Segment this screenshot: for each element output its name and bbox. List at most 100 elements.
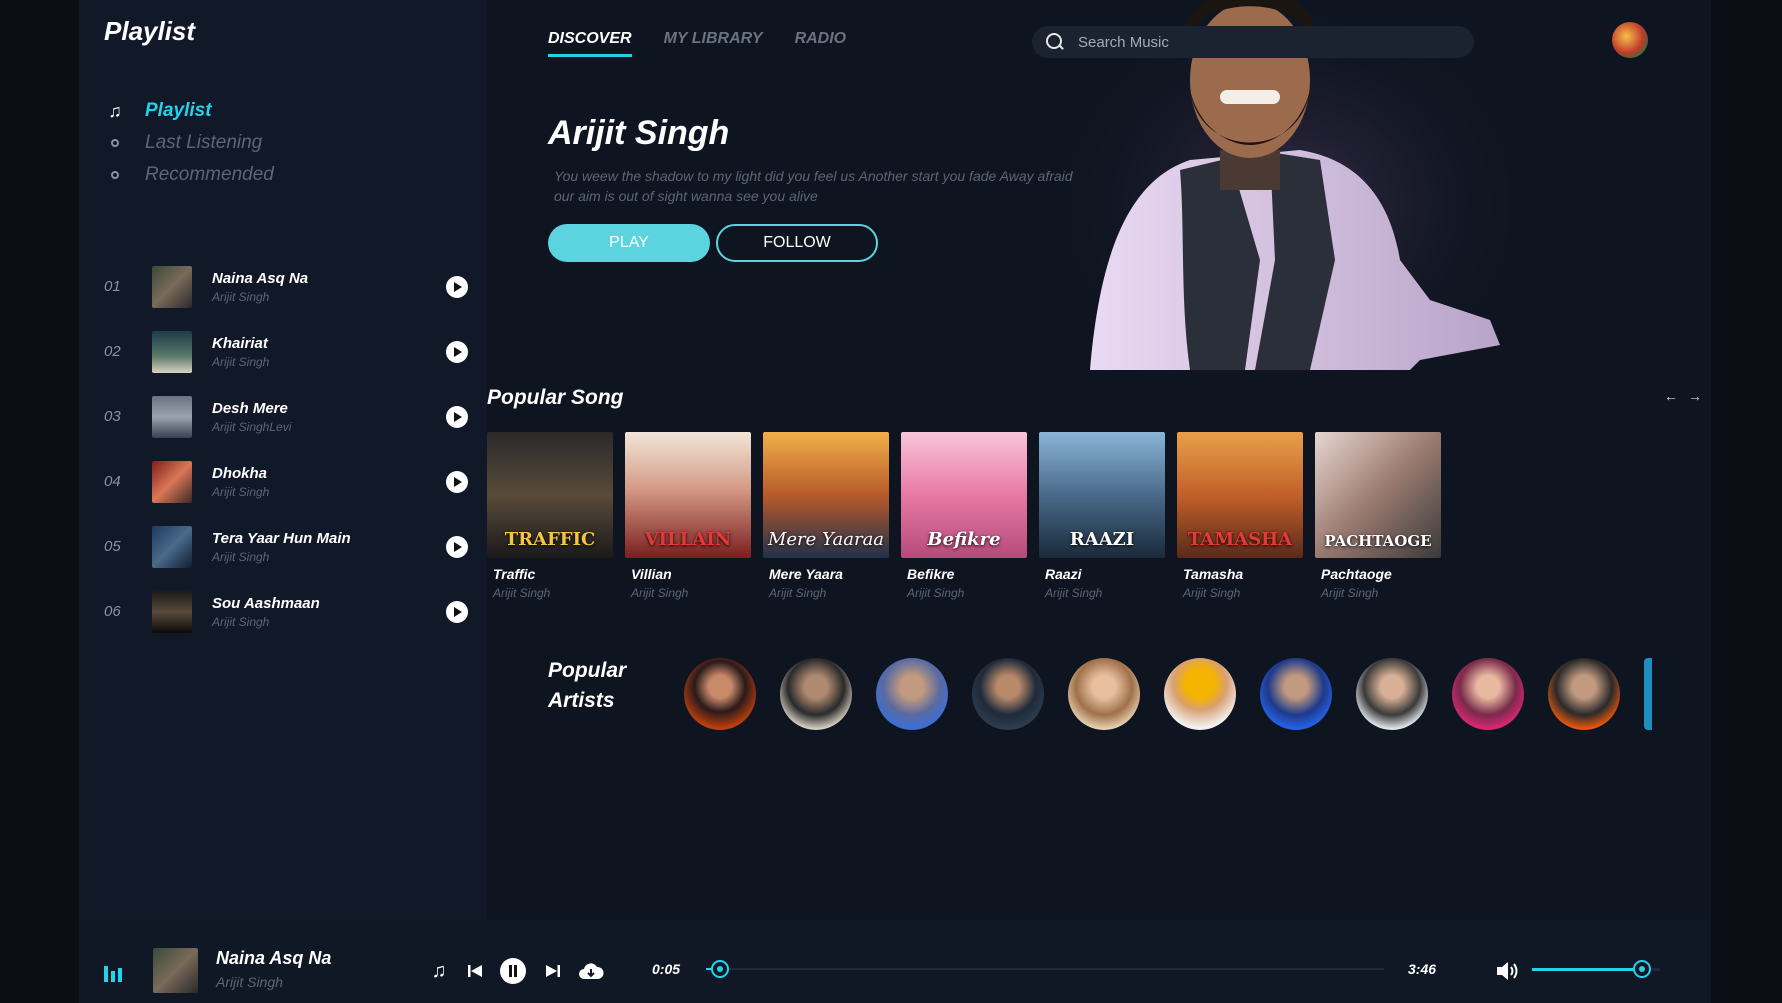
progress-bar[interactable] (706, 968, 1384, 970)
pause-icon[interactable] (500, 958, 526, 984)
nav-item-recommended[interactable]: Recommended (104, 164, 274, 186)
song-artist: Arijit Singh (493, 586, 551, 600)
artist-avatar[interactable] (876, 658, 948, 730)
artist-avatar[interactable] (1548, 658, 1620, 730)
now-playing-title: Naina Asq Na (216, 948, 332, 968)
track-artist: Arijit Singh (212, 290, 270, 304)
track-title: Naina Asq Na (212, 270, 309, 287)
hero-artist-name: Arijit Singh (548, 114, 730, 152)
track-title: Khairiat (212, 335, 268, 352)
song-artist: Arijit Singh (1045, 586, 1103, 600)
song-title: Traffic (493, 566, 536, 582)
track-number: 02 (104, 343, 121, 360)
volume-fill (1532, 968, 1643, 971)
tab-radio[interactable]: RADIO (795, 30, 847, 57)
progress-handle[interactable] (710, 960, 729, 978)
song-cover: PACHTAOGE (1315, 432, 1441, 558)
artist-avatar[interactable] (684, 658, 756, 730)
track-number: 05 (104, 538, 121, 555)
song-cover: Mere Yaaraa (763, 432, 889, 558)
nav-item-playlist[interactable]: ♫ Playlist (104, 100, 211, 122)
music-note-icon[interactable]: ♫ (426, 958, 452, 984)
artist-avatar[interactable] (1356, 658, 1428, 730)
song-card[interactable]: PACHTAOGE Pachtaoge Arijit Singh (1315, 432, 1441, 600)
arrow-right-icon[interactable]: → (1688, 388, 1702, 404)
search-input[interactable] (1078, 33, 1458, 51)
follow-button[interactable]: FOLLOW (716, 224, 878, 262)
song-cover: RAAZI (1039, 432, 1165, 558)
artist-avatar[interactable] (1164, 658, 1236, 730)
track-row[interactable]: 03 Desh Mere Arijit SinghLevi (104, 396, 470, 440)
carousel-arrows: ← → (1664, 388, 1702, 404)
search-icon (1046, 33, 1064, 51)
track-number: 03 (104, 408, 121, 425)
song-card[interactable]: Befikre Befikre Arijit Singh (901, 432, 1027, 600)
track-thumbnail (152, 461, 192, 503)
play-circle-icon[interactable] (446, 406, 468, 428)
artist-avatar[interactable] (972, 658, 1044, 730)
artist-avatar[interactable] (780, 658, 852, 730)
volume-icon[interactable] (1494, 958, 1522, 984)
app-title: Playlist (104, 16, 196, 46)
song-card[interactable]: RAAZI Raazi Arijit Singh (1039, 432, 1165, 600)
artist-avatar[interactable] (1068, 658, 1140, 730)
play-button[interactable]: PLAY (548, 224, 710, 262)
track-thumbnail (152, 266, 192, 308)
previous-icon[interactable] (462, 958, 488, 984)
song-card[interactable]: VILLAIN Villian Arijit Singh (625, 432, 751, 600)
music-note-icon: ♫ (108, 100, 122, 121)
equalizer-icon (104, 966, 122, 982)
track-artist: Arijit Singh (212, 355, 270, 369)
track-thumbnail (152, 396, 192, 438)
track-artist: Arijit Singh (212, 485, 270, 499)
popular-artists-title: Popular Artists (548, 659, 627, 712)
song-artist: Arijit Singh (1183, 586, 1241, 600)
play-circle-icon[interactable] (446, 471, 468, 493)
popular-song-title: Popular Song (487, 386, 624, 409)
track-thumbnail (152, 526, 192, 568)
song-artist: Arijit Singh (907, 586, 965, 600)
search-bar[interactable] (1032, 26, 1474, 58)
top-tabs: DISCOVER MY LIBRARY RADIO (548, 30, 878, 57)
now-playing-artist: Arijit Singh (216, 974, 283, 990)
play-circle-icon[interactable] (446, 601, 468, 623)
now-playing-thumbnail (153, 948, 198, 993)
play-circle-icon[interactable] (446, 341, 468, 363)
song-card[interactable]: TAMASHA Tamasha Arijit Singh (1177, 432, 1303, 600)
track-title: Dhokha (212, 465, 268, 482)
arrow-left-icon[interactable]: ← (1664, 388, 1678, 404)
track-number: 04 (104, 473, 121, 490)
song-artist: Arijit Singh (1321, 586, 1379, 600)
track-row[interactable]: 06 Sou Aashmaan Arijit Singh (104, 591, 470, 635)
song-title: Tamasha (1183, 566, 1244, 582)
track-thumbnail (152, 591, 192, 633)
song-card[interactable]: TRAFFIC Traffic Arijit Singh (487, 432, 613, 600)
tab-discover[interactable]: DISCOVER (548, 30, 632, 57)
circle-icon (111, 171, 119, 179)
next-icon[interactable] (540, 958, 566, 984)
song-card[interactable]: Mere Yaaraa Mere Yaara Arijit Singh (763, 432, 889, 600)
track-row[interactable]: 02 Khairiat Arijit Singh (104, 331, 470, 375)
track-artist: Arijit Singh (212, 615, 270, 629)
tab-my-library[interactable]: MY LIBRARY (664, 30, 763, 57)
nav-item-label: Last Listening (145, 132, 263, 153)
play-circle-icon[interactable] (446, 536, 468, 558)
track-row[interactable]: 01 Naina Asq Na Arijit Singh (104, 266, 470, 310)
track-number: 01 (104, 278, 121, 295)
song-title: Villian (631, 566, 672, 582)
artist-avatar[interactable] (1644, 658, 1652, 730)
artist-avatar[interactable] (1260, 658, 1332, 730)
track-artist: Arijit SinghLevi (212, 420, 292, 434)
user-avatar[interactable] (1612, 22, 1648, 58)
track-thumbnail (152, 331, 192, 373)
play-circle-icon[interactable] (446, 276, 468, 298)
volume-handle[interactable] (1633, 960, 1652, 978)
track-title: Desh Mere (212, 400, 288, 417)
track-row[interactable]: 04 Dhokha Arijit Singh (104, 461, 470, 505)
download-cloud-icon[interactable] (576, 958, 606, 984)
song-title: Pachtaoge (1321, 566, 1392, 582)
track-row[interactable]: 05 Tera Yaar Hun Main Arijit Singh (104, 526, 470, 570)
nav-item-last-listening[interactable]: Last Listening (104, 132, 262, 154)
artist-avatar[interactable] (1452, 658, 1524, 730)
song-title: Raazi (1045, 566, 1082, 582)
